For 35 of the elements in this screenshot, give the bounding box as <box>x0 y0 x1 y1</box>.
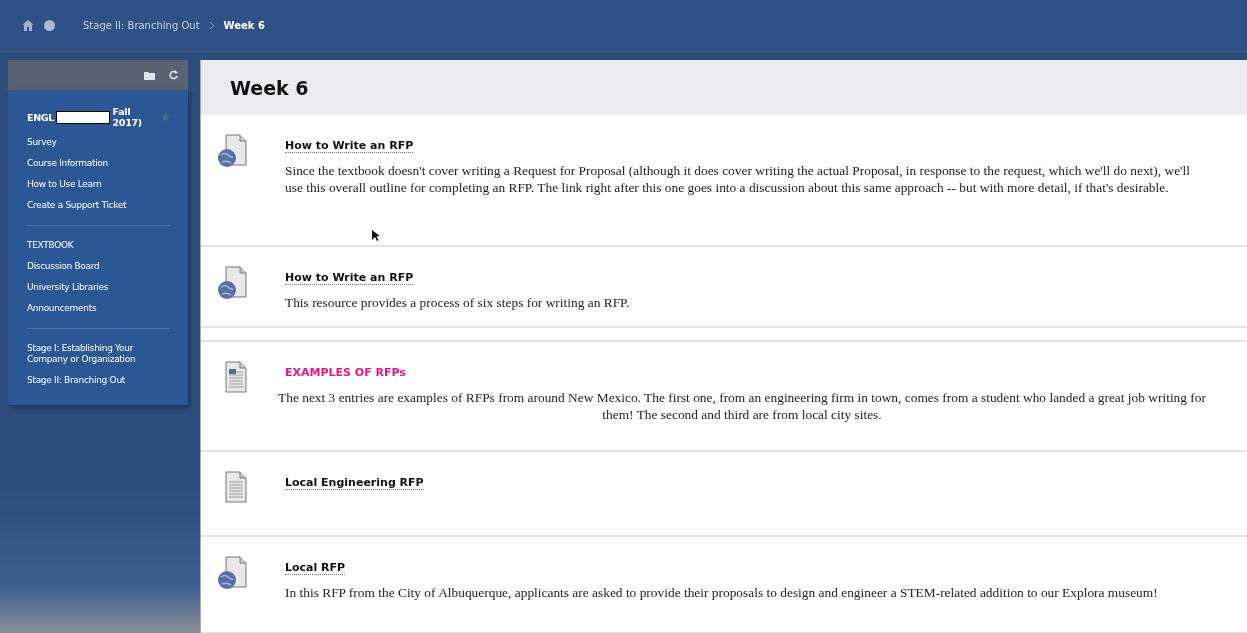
course-title[interactable]: ENGL <box>27 111 55 123</box>
star-icon[interactable] <box>161 112 170 122</box>
item-description: This resource provides a process of six steps for writing an RFP. <box>285 294 631 311</box>
breadcrumb-item: Week 6 <box>223 20 265 31</box>
web-link-icon <box>218 555 248 589</box>
sidebar-item[interactable]: University Libraries <box>27 277 170 298</box>
page-title: Week 6 <box>201 60 1247 115</box>
item-heading: EXAMPLES OF RFPs <box>285 366 406 379</box>
web-link-icon <box>218 265 248 299</box>
breadcrumb-item[interactable]: Stage II: Branching Out <box>83 20 200 31</box>
sidebar-item[interactable]: How to Use Learn <box>27 174 170 195</box>
item-description: In this RFP from the City of Albuquerque, applicants are asked to provide their proposals to design and engineer a STEM-related addition to our Explora museum! <box>285 584 1159 601</box>
item-link[interactable]: How to Write an RFP <box>285 271 414 285</box>
sidebar-item[interactable]: Stage II: Branching Out <box>27 370 170 391</box>
item-link[interactable]: Local RFP <box>285 561 346 575</box>
home-icon[interactable] <box>22 20 34 31</box>
refresh-icon[interactable] <box>169 70 178 80</box>
chevron-icon <box>209 22 214 29</box>
sidebar-item[interactable]: TEXTBOOK <box>27 235 170 256</box>
item-description: Since the textbook doesn't cover writing a Request for Proposal (although it does cover writing the actual Proposal, in response to the request, which we'll do next), we'll use this overall outline for completing an RFP. The link right after this one goes into a discussion about this same approach -- but with more detail, if that's desirable. <box>285 162 1191 196</box>
sidebar-item[interactable]: Stage I: Establishing Your Company or Organization <box>27 338 170 370</box>
sidebar-item[interactable]: Course Information <box>27 153 170 174</box>
folder-icon[interactable] <box>144 70 155 80</box>
redaction-box <box>56 110 110 124</box>
item-link[interactable]: How to Write an RFP <box>285 139 414 153</box>
web-link-icon <box>218 133 248 167</box>
sidebar-item[interactable]: Survey <box>27 132 170 153</box>
sidebar-item[interactable]: Discussion Board <box>27 256 170 277</box>
globe-icon[interactable] <box>44 20 55 31</box>
course-title[interactable]: Fall 2017) <box>112 106 156 128</box>
item-description: The next 3 entries are examples of RFPs from around New Mexico. The first one, from an engineering firm in town, comes from a student who landed a great job writing for them! The second and third are from local city sites. <box>277 389 1207 423</box>
sidebar-item[interactable]: Create a Support Ticket <box>27 195 170 216</box>
cursor-icon <box>372 230 380 242</box>
sidebar-item[interactable]: Announcements <box>27 298 170 319</box>
item-link[interactable]: Local Engineering RFP <box>285 476 424 490</box>
